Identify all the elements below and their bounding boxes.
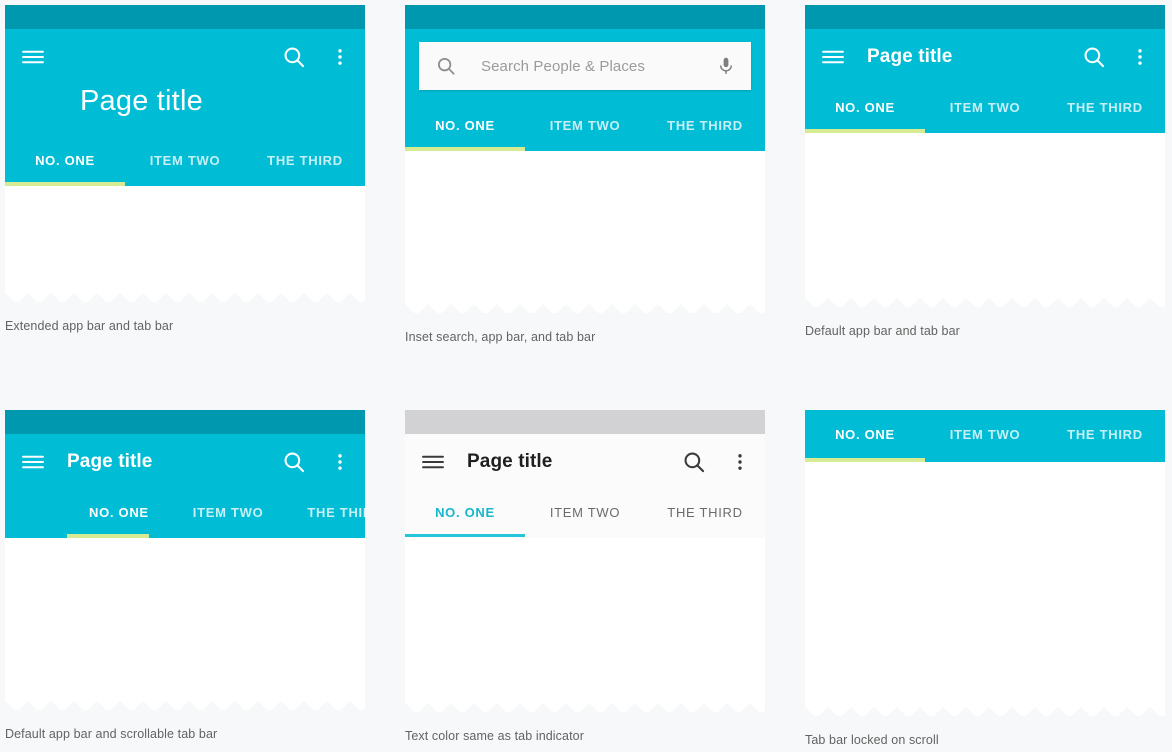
panel-tab-bar-locked-on-scroll: NO. ONE ITEM TWO THE THIRD Tab bar locke… [805,410,1165,747]
search-icon[interactable] [281,449,307,475]
specimen-sheet: Page title NO. ONE ITEM TWO THE THIRD Ex… [0,0,1172,752]
page-title: Page title [80,85,203,117]
page-content [405,538,765,712]
tab-item-two[interactable]: ITEM TWO [525,490,645,534]
hamburger-menu-icon[interactable] [419,448,447,476]
app-bar: Page title NO. ONE ITEM TWO THE THIRD [805,29,1165,133]
hamburger-menu-icon[interactable] [819,43,847,71]
tab-item-two[interactable]: ITEM TWO [171,490,286,534]
torn-edge [5,697,365,710]
search-icon[interactable] [681,449,707,475]
panel-caption: Default app bar and scrollable tab bar [5,727,218,741]
page-title: Page title [867,46,953,67]
tab-item-two[interactable]: ITEM TWO [525,103,645,147]
panel-scrollable-tab-bar: Page title NO. ONE ITEM TWO THE THIRD [5,410,365,741]
page-content [5,186,365,302]
tab-no-one[interactable]: NO. ONE [805,410,925,458]
torn-edge [805,294,1165,307]
tab-bar: NO. ONE ITEM TWO THE THIRD [5,138,365,182]
panel-default-app-bar: Page title NO. ONE ITEM TWO THE THIRD De… [805,5,1165,338]
tab-the-third[interactable]: THE THIRD [1045,85,1165,129]
phone-frame: Search People & Places NO. ONE ITEM TWO [405,5,765,313]
tab-no-one[interactable]: NO. ONE [805,85,925,129]
tab-the-third[interactable]: THE THIRD [1045,410,1165,458]
page-content [405,151,765,313]
page-content [805,462,1165,716]
status-bar [5,410,365,434]
tab-item-two[interactable]: ITEM TWO [925,410,1045,458]
panel-caption: Default app bar and tab bar [805,324,960,338]
phone-frame: Page title NO. ONE ITEM TWO THE THIRD [805,5,1165,307]
tab-bar: NO. ONE ITEM TWO THE THIRD [405,103,765,147]
overflow-menu-icon[interactable] [729,449,751,475]
panel-inset-search: Search People & Places NO. ONE ITEM TWO [405,5,765,344]
tab-no-one[interactable]: NO. ONE [405,490,525,534]
tab-no-one[interactable]: NO. ONE [67,490,171,534]
page-title: Page title [67,451,153,472]
app-bar: Page title NO. ONE ITEM TWO THE THIRD [405,434,765,538]
search-icon[interactable] [1081,44,1107,70]
page-content [805,133,1165,307]
overflow-menu-icon[interactable] [329,449,351,475]
panel-caption: Extended app bar and tab bar [5,319,174,333]
search-icon[interactable] [281,44,307,70]
tab-item-two[interactable]: ITEM TWO [925,85,1045,129]
torn-edge [405,699,765,712]
panel-caption: Text color same as tab indicator [405,729,584,743]
page-title: Page title [467,451,553,472]
tab-item-two[interactable]: ITEM TWO [125,138,245,182]
tab-no-one[interactable]: NO. ONE [405,103,525,147]
app-bar-actions-row [5,29,365,85]
status-bar [5,5,365,29]
app-bar: Page title NO. ONE ITEM TWO THE THIRD [5,434,365,538]
app-bar-actions-row: Page title [5,434,365,490]
overflow-menu-icon[interactable] [329,44,351,70]
status-bar [405,5,765,29]
search-container: Search People & Places [405,29,765,103]
phone-frame: NO. ONE ITEM TWO THE THIRD [805,410,1165,716]
tab-bar-scrollable[interactable]: NO. ONE ITEM TWO THE THIRD [5,490,365,534]
search-input[interactable]: Search People & Places [419,42,751,90]
tab-the-third[interactable]: THE THIRD [645,490,765,534]
overflow-menu-icon[interactable] [1129,44,1151,70]
microphone-icon[interactable] [715,53,737,79]
tab-the-third[interactable]: THE THIRD [645,103,765,147]
search-icon[interactable] [433,53,459,79]
panel-extended-app-bar: Page title NO. ONE ITEM TWO THE THIRD Ex… [5,5,365,333]
torn-edge [405,300,765,313]
phone-frame: Page title NO. ONE ITEM TWO THE THIRD [5,410,365,710]
panel-caption: Inset search, app bar, and tab bar [405,330,596,344]
panel-text-color-same-as-indicator: Page title NO. ONE ITEM TWO THE THIRD Te… [405,410,765,743]
app-bar-actions-row: Page title [405,434,765,490]
status-bar [805,5,1165,29]
tab-the-third[interactable]: THE THIRD [245,138,365,182]
panel-caption: Tab bar locked on scroll [805,733,939,747]
page-content [5,538,365,710]
app-bar: NO. ONE ITEM TWO THE THIRD [805,410,1165,462]
tab-indicator [405,534,525,537]
app-bar-actions-row: Page title [805,29,1165,85]
tab-bar: NO. ONE ITEM TWO THE THIRD [805,85,1165,129]
torn-edge [5,289,365,302]
phone-frame: Page title NO. ONE ITEM TWO THE THIRD [5,5,365,302]
hamburger-menu-icon[interactable] [19,448,47,476]
search-placeholder-text: Search People & Places [481,57,645,75]
tab-no-one[interactable]: NO. ONE [5,138,125,182]
status-bar [405,410,765,434]
tab-bar: NO. ONE ITEM TWO THE THIRD [805,410,1165,458]
tab-the-third[interactable]: THE THIRD [285,490,365,534]
hamburger-menu-icon[interactable] [19,43,47,71]
phone-frame: Page title NO. ONE ITEM TWO THE THIRD [405,410,765,712]
torn-edge [805,703,1165,716]
app-bar: Page title NO. ONE ITEM TWO THE THIRD [5,29,365,186]
tab-bar: NO. ONE ITEM TWO THE THIRD [405,490,765,534]
app-bar: Search People & Places NO. ONE ITEM TWO [405,29,765,151]
